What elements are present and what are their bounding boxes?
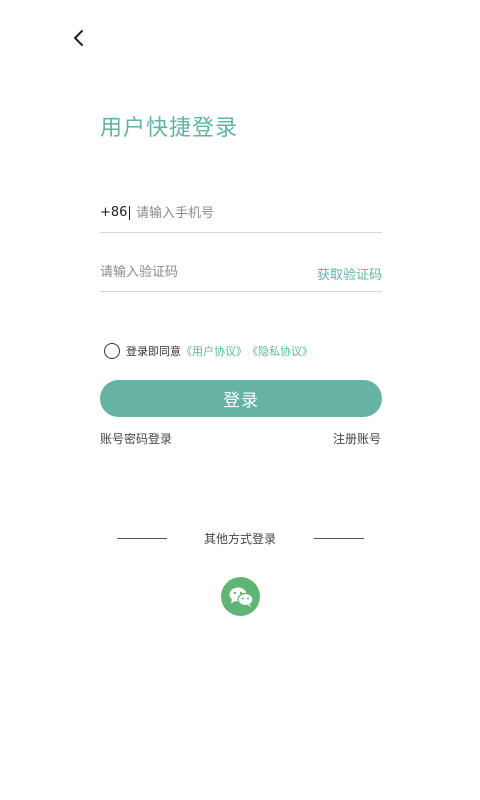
- wechat-login-button[interactable]: [221, 577, 260, 616]
- wechat-icon: [229, 587, 254, 607]
- phone-field: +86: [100, 193, 382, 233]
- country-code[interactable]: +86: [100, 205, 127, 220]
- login-button[interactable]: 登录: [100, 380, 382, 417]
- phone-input[interactable]: [136, 199, 376, 227]
- page-title: 用户快捷登录: [100, 116, 239, 141]
- other-login-title: 其他方式登录: [203, 532, 276, 546]
- agreement-prefix: 登录即同意: [126, 345, 181, 358]
- agreement-row: 登录即同意 《用户协议》 《隐私协议》: [104, 342, 313, 360]
- register-link[interactable]: 注册账号: [333, 430, 381, 447]
- privacy-policy-link[interactable]: 《隐私协议》: [247, 343, 313, 359]
- other-login-divider-right: [314, 538, 364, 539]
- agreement-checkbox[interactable]: [104, 343, 120, 359]
- code-field: 获取验证码: [100, 252, 382, 292]
- password-login-link[interactable]: 账号密码登录: [100, 430, 172, 447]
- country-code-divider: [129, 206, 130, 220]
- user-agreement-link[interactable]: 《用户协议》: [181, 343, 247, 359]
- verification-code-input[interactable]: [100, 258, 300, 286]
- back-button[interactable]: [64, 24, 92, 52]
- get-code-button[interactable]: 获取验证码: [317, 264, 382, 283]
- chevron-left-icon: [74, 30, 83, 46]
